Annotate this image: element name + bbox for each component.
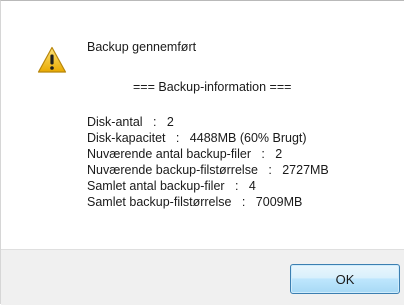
ok-button[interactable]: OK: [290, 264, 400, 294]
info-line-total-file-count: Samlet antal backup-filer : 4: [87, 179, 256, 193]
message-dialog: Backup gennemført === Backup-information…: [0, 0, 404, 305]
dialog-footer: OK: [1, 249, 404, 305]
info-line-current-file-size: Nuværende backup-filstørrelse : 2727MB: [87, 163, 329, 177]
info-line-current-file-count: Nuværende antal backup-filer : 2: [87, 147, 283, 161]
dialog-content: Backup gennemført === Backup-information…: [1, 1, 404, 249]
ok-button-label: OK: [335, 271, 355, 287]
info-line-disk-count: Disk-antal : 2: [87, 115, 174, 129]
dialog-title: Backup gennemført: [87, 40, 197, 54]
info-line-total-file-size: Samlet backup-filstørrelse : 7009MB: [87, 195, 303, 209]
info-header: === Backup-information ===: [133, 80, 292, 94]
warning-icon: [37, 46, 67, 73]
info-line-disk-capacity: Disk-kapacitet : 4488MB (60% Brugt): [87, 131, 307, 145]
